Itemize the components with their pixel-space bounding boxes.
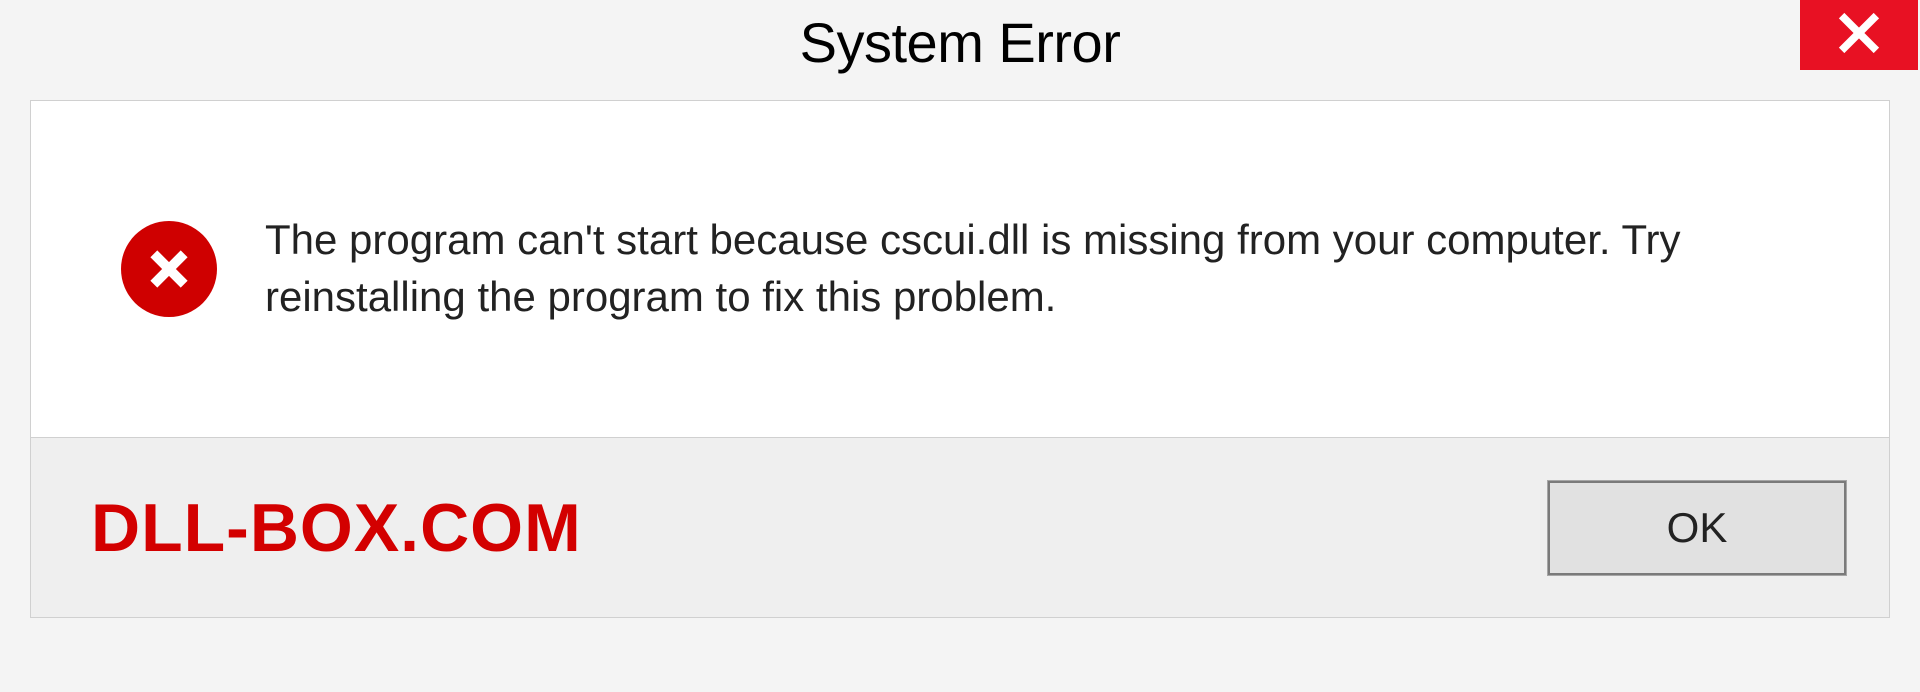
content-panel: The program can't start because cscui.dl… bbox=[30, 100, 1890, 438]
close-button[interactable] bbox=[1800, 0, 1918, 70]
footer-panel: DLL-BOX.COM OK bbox=[30, 438, 1890, 618]
ok-button[interactable]: OK bbox=[1547, 480, 1847, 576]
error-icon bbox=[121, 221, 217, 317]
error-message: The program can't start because cscui.dl… bbox=[265, 212, 1889, 325]
ok-button-label: OK bbox=[1667, 504, 1728, 552]
dialog-title: System Error bbox=[800, 10, 1121, 75]
close-icon bbox=[1837, 11, 1881, 60]
brand-watermark: DLL-BOX.COM bbox=[91, 489, 582, 567]
titlebar: System Error bbox=[0, 0, 1920, 100]
